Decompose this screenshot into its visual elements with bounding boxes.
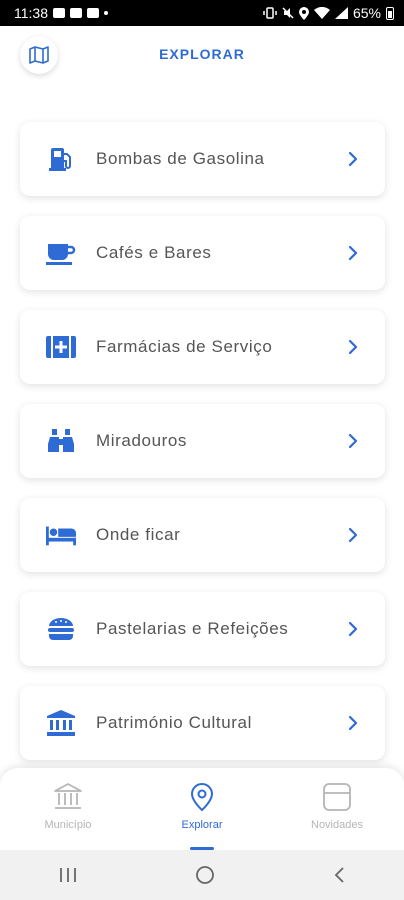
category-label: Onde ficar (96, 525, 181, 544)
page-title: EXPLORAR (159, 46, 245, 62)
category-card-cultural-heritage[interactable]: Património Cultural (20, 686, 385, 760)
category-label: Pastelarias e Refeições (96, 619, 289, 638)
category-card-cafes-bars[interactable]: Cafés e Bares (20, 216, 385, 290)
home-icon[interactable] (194, 864, 216, 886)
municipality-icon (54, 783, 82, 809)
notification-icon (53, 8, 65, 18)
category-card-gas-stations[interactable]: Bombas de Gasolina (20, 122, 385, 196)
pharmacy-icon (46, 333, 76, 361)
nav-label: Explorar (181, 819, 223, 831)
signal-icon (334, 7, 348, 19)
back-icon[interactable] (332, 865, 346, 885)
location-pin-icon (190, 782, 214, 812)
category-card-viewpoints[interactable]: Miradouros (20, 404, 385, 478)
coffee-cup-icon (46, 239, 76, 267)
chevron-right-icon (348, 433, 358, 449)
category-label: Bombas de Gasolina (96, 149, 265, 168)
more-notifications-icon (104, 11, 108, 15)
wifi-icon (313, 7, 330, 19)
museum-icon (46, 709, 76, 737)
nav-item-municipio[interactable]: Município (18, 782, 118, 831)
chevron-right-icon (348, 339, 358, 355)
battery-icon (386, 6, 394, 20)
bottom-nav: Município Explorar Novidades (0, 768, 404, 850)
nav-item-explorar[interactable]: Explorar (152, 782, 252, 831)
recent-apps-icon[interactable] (58, 866, 78, 884)
nav-label: Município (44, 819, 92, 831)
chevron-right-icon (348, 151, 358, 167)
status-time: 11:38 (14, 5, 48, 21)
chevron-right-icon (348, 715, 358, 731)
chevron-right-icon (348, 245, 358, 261)
nav-item-novidades[interactable]: Novidades (287, 782, 387, 831)
location-icon (298, 6, 309, 20)
status-left: 11:38 (14, 5, 108, 21)
category-label: Património Cultural (96, 713, 252, 732)
battery-percent: 65% (352, 5, 381, 21)
chevron-right-icon (348, 527, 358, 543)
category-label: Farmácias de Serviço (96, 337, 273, 356)
category-label: Cafés e Bares (96, 243, 212, 262)
news-card-icon (323, 783, 351, 811)
status-right: 65% (263, 5, 394, 21)
chevron-right-icon (348, 621, 358, 637)
notification-icon (70, 8, 82, 18)
category-label: Miradouros (96, 431, 188, 450)
binoculars-icon (46, 427, 76, 455)
app-header: EXPLORAR (0, 26, 404, 86)
status-bar: 11:38 65% (0, 0, 404, 26)
burger-icon (46, 615, 76, 643)
mute-icon (282, 7, 294, 19)
bed-icon (46, 521, 76, 549)
category-card-pastries-meals[interactable]: Pastelarias e Refeições (20, 592, 385, 666)
system-nav-bar (0, 850, 404, 900)
gas-pump-icon (46, 145, 76, 173)
category-card-pharmacies[interactable]: Farmácias de Serviço (20, 310, 385, 384)
nav-label: Novidades (311, 819, 363, 831)
vibrate-icon (263, 7, 277, 19)
video-icon (87, 8, 99, 18)
category-card-accommodation[interactable]: Onde ficar (20, 498, 385, 572)
